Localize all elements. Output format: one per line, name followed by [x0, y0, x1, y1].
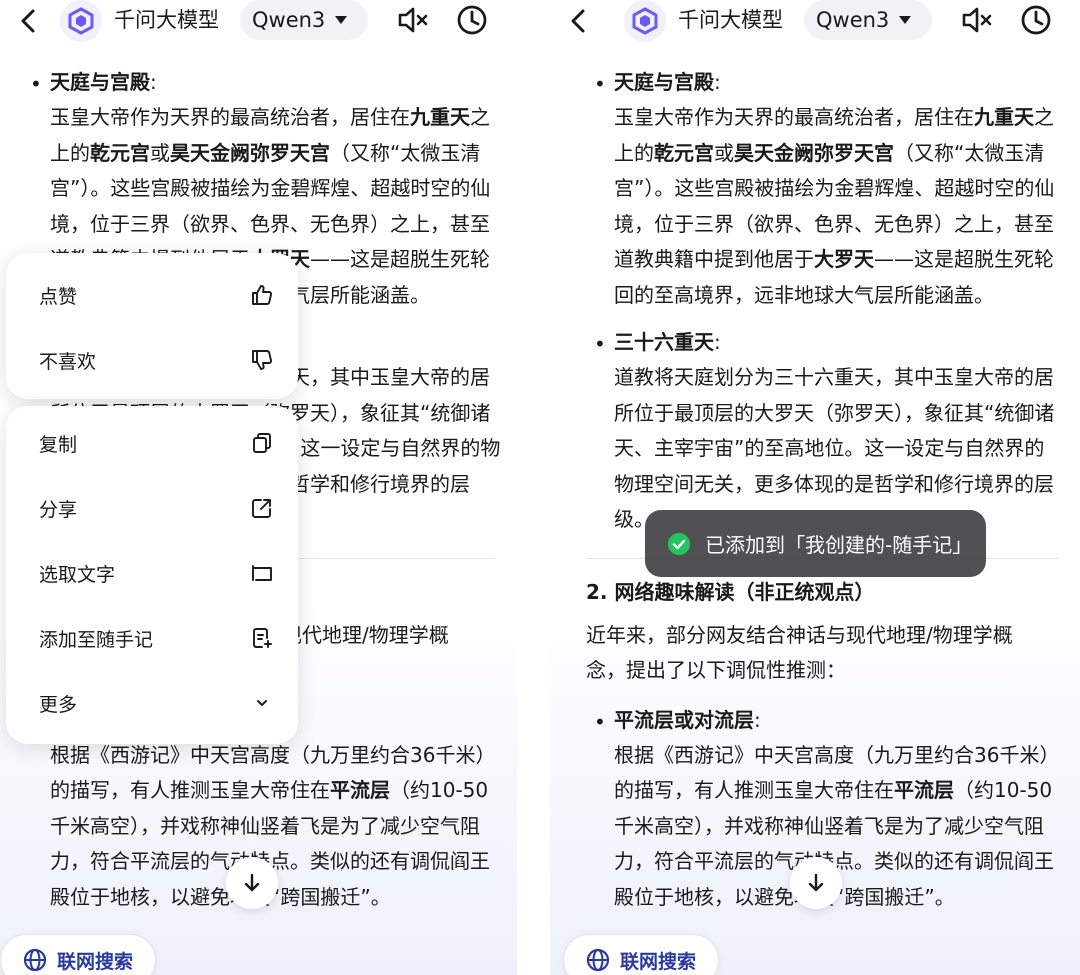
globe-icon: [586, 948, 610, 972]
bullet-title: 三十六重天:: [614, 330, 721, 354]
chevron-down-icon: [257, 700, 267, 706]
text-run: 或: [150, 140, 170, 165]
web-search-button[interactable]: 联网搜索: [0, 934, 157, 975]
back-arrow-icon[interactable]: [564, 6, 594, 36]
screens-gutter: [517, 0, 550, 975]
model-label: Qwen3: [816, 8, 890, 32]
copy-icon: [253, 433, 271, 453]
left-screen: 千问大模型 Qwen3 天庭与宫殿: 玉皇大帝作为天界的最高统治者，居住在九重天…: [0, 0, 517, 975]
menu-item-label: 点赞: [39, 285, 78, 308]
bold-text: 乾元宫: [90, 140, 150, 165]
qwen-logo-icon: [624, 0, 666, 42]
bullet-title: 平流层或对流层:: [614, 707, 761, 732]
app-header: 千问大模型 Qwen3: [0, 0, 517, 48]
bullet-title: 天庭与宫殿:: [614, 70, 721, 94]
arrow-down-icon: [244, 873, 260, 892]
right-screen: 千问大模型 Qwen3 天庭与宫殿: 玉皇大帝作为天界的最高统治者，居住在九重天…: [550, 0, 1080, 975]
menu-item-select-text[interactable]: 选取文字: [6, 541, 298, 605]
qwen-logo-icon: [60, 0, 102, 42]
history-clock-icon[interactable]: [456, 4, 488, 36]
menu-item-label: 复制: [39, 433, 78, 456]
thumbs-up-icon: [252, 285, 273, 305]
bullet-body: 玉皇大帝作为天界的最高统治者，居住在九重天之上的乾元宫或昊天金阙弥罗天宫（又称“…: [614, 100, 1064, 313]
scroll-to-bottom-button[interactable]: [226, 857, 278, 909]
model-selector[interactable]: Qwen3: [240, 0, 368, 40]
bold-text: 昊天金阙弥罗天宫: [170, 140, 330, 165]
app-header: 千问大模型 Qwen3: [550, 0, 1080, 48]
text-run: 道教将天庭划分为三十六重天，其中玉皇大帝的居所位于最顶层的大罗天（弥罗天），象征…: [614, 365, 1055, 531]
answer-content: 天庭与宫殿: 玉皇大帝作为天界的最高统治者，居住在九重天之上的乾元宫或昊天金阙弥…: [564, 65, 1080, 927]
menu-item-dislike[interactable]: 不喜欢: [6, 328, 298, 392]
menu-item-label: 不喜欢: [39, 350, 97, 373]
dropdown-caret-icon: [899, 16, 912, 24]
bullet-title: 天庭与宫殿:: [50, 70, 157, 94]
bold-text: 乾元宫: [654, 140, 714, 165]
bold-text: 昊天金阙弥罗天宫: [734, 140, 894, 165]
dropdown-caret-icon: [335, 16, 348, 24]
bold-text: 大罗天: [814, 247, 874, 271]
menu-item-add-note[interactable]: 添加至随手记: [6, 606, 298, 670]
share-icon: [252, 499, 271, 518]
globe-icon: [23, 948, 47, 972]
menu-item-label: 添加至随手记: [39, 628, 154, 651]
bullet-thirty-six-heavens: 三十六重天: 道教将天庭划分为三十六重天，其中玉皇大帝的居所位于最顶层的大罗天（…: [564, 325, 1080, 538]
scroll-to-bottom-button[interactable]: [790, 857, 842, 909]
bold-text: 九重天: [410, 105, 470, 129]
check-circle-icon: [668, 532, 690, 555]
model-selector[interactable]: Qwen3: [804, 0, 932, 40]
menu-item-more[interactable]: 更多: [6, 671, 298, 735]
select-text-icon: [252, 565, 272, 581]
menu-item-label: 选取文字: [39, 563, 116, 586]
menu-item-label: 更多: [39, 693, 78, 716]
feedback-menu: 点赞 不喜欢: [6, 253, 298, 399]
web-search-label: 联网搜索: [57, 950, 134, 973]
menu-item-like[interactable]: 点赞: [6, 263, 298, 327]
speaker-mute-icon[interactable]: [396, 4, 430, 36]
text-run: 玉皇大帝作为天界的最高统治者，居住在: [614, 105, 974, 129]
model-label: Qwen3: [252, 8, 326, 32]
add-note-icon: [253, 628, 272, 648]
history-clock-icon[interactable]: [1020, 4, 1052, 36]
action-menu: 复制 分享 选取文字 添加至随手记 更多: [6, 406, 298, 744]
bold-text: 平流层: [330, 778, 390, 802]
bold-text: 平流层: [894, 778, 954, 802]
app-title: 千问大模型: [114, 8, 219, 32]
text-run: 或: [714, 140, 734, 165]
text-run: 玉皇大帝作为天界的最高统治者，居住在: [50, 105, 410, 129]
thumbs-down-icon: [252, 350, 273, 370]
menu-item-share[interactable]: 分享: [6, 476, 298, 540]
menu-item-label: 分享: [39, 498, 78, 521]
arrow-down-icon: [808, 873, 824, 892]
toast-message: 已添加到「我创建的-随手记」: [705, 533, 973, 557]
bullet-heavenly-palace: 天庭与宫殿: 玉皇大帝作为天界的最高统治者，居住在九重天之上的乾元宫或昊天金阙弥…: [564, 65, 1080, 313]
section-heading: 2. 网络趣味解读（非正统观点）: [586, 579, 875, 604]
menu-item-copy[interactable]: 复制: [6, 411, 298, 475]
web-search-button[interactable]: 联网搜索: [563, 934, 720, 975]
back-arrow-icon[interactable]: [14, 6, 44, 36]
section-intro: 近年来，部分网友结合神话与现代地理/物理学概念，提出了以下调侃性推测：: [586, 622, 1013, 683]
web-search-label: 联网搜索: [620, 950, 697, 973]
speaker-mute-icon[interactable]: [960, 4, 994, 36]
toast-notification: 已添加到「我创建的-随手记」: [645, 510, 986, 577]
bold-text: 九重天: [974, 105, 1034, 129]
app-title: 千问大模型: [678, 8, 783, 32]
